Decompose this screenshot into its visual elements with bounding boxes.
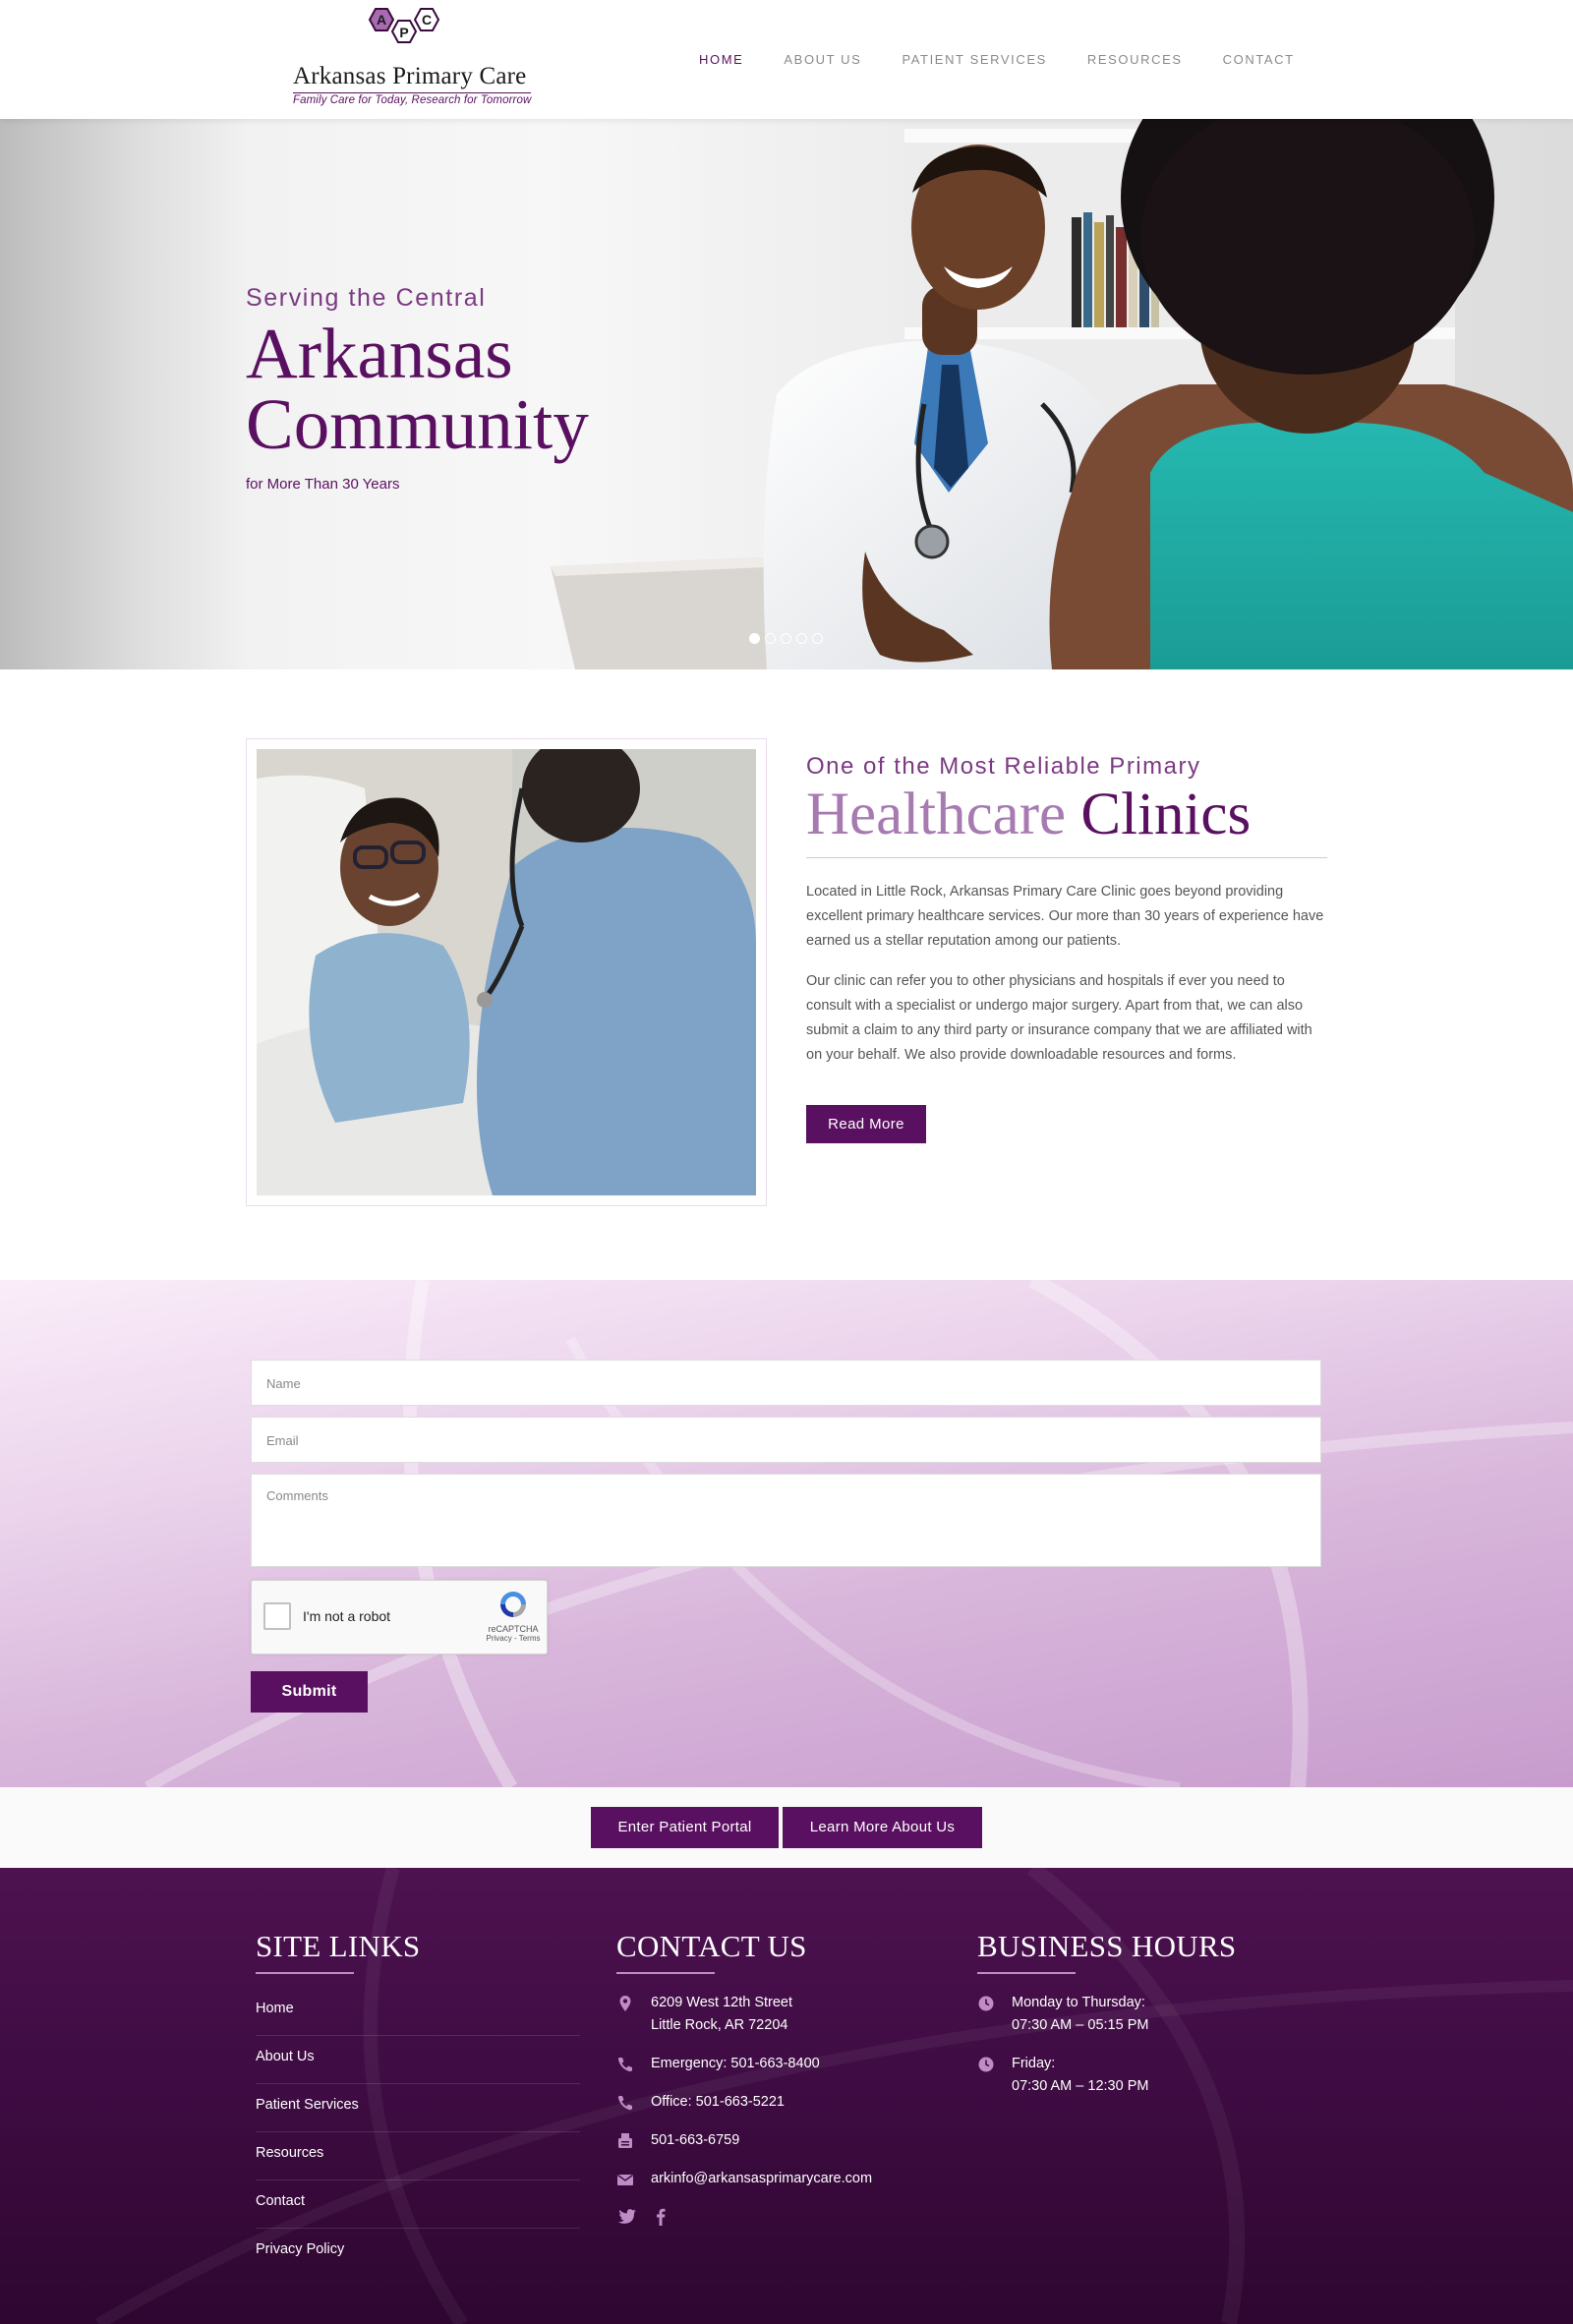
fax-icon: [618, 2133, 632, 2148]
fax-text: 501-663-6759: [651, 2132, 740, 2148]
site-links-list: Home About Us Patient Services Resources…: [256, 1988, 580, 2277]
about-photo-frame: [246, 738, 767, 1206]
footer-email[interactable]: arkinfo@arkansasprimarycare.com: [616, 2168, 941, 2190]
about-title-light: Healthcare: [806, 782, 1067, 847]
logo-letter-a: A: [377, 12, 386, 28]
email-text: arkinfo@arkansasprimarycare.com: [651, 2171, 873, 2186]
learn-more-button[interactable]: Learn More About Us: [783, 1807, 982, 1848]
contact-underline: [616, 1972, 715, 1974]
nav-item-contact[interactable]: CONTACT: [1223, 52, 1295, 67]
site-logo[interactable]: A C P Arkansas Primary Care Family Care …: [291, 6, 532, 108]
hours-days-friday: Friday:: [1012, 2056, 1056, 2071]
hero-title: Arkansas Community: [246, 314, 589, 464]
hero-subtitle: Serving the Central: [246, 284, 487, 312]
comments-textarea[interactable]: Comments: [251, 1474, 1321, 1567]
footer-contact: CONTACT US 6209 West 12th Street Little …: [616, 1929, 941, 2228]
apc-logo-mark-icon: A C P: [368, 8, 440, 43]
slider-dot-4[interactable]: [796, 633, 807, 644]
recaptcha-terms-link[interactable]: Privacy - Terms: [486, 1634, 541, 1643]
hero-title-line-2: Community: [246, 384, 589, 464]
office-phone-text: Office: 501-663-5221: [651, 2094, 785, 2110]
site-links-underline: [256, 1972, 354, 1974]
social-links: [616, 2206, 941, 2228]
recaptcha-brand: reCAPTCHA: [488, 1624, 539, 1634]
brand-name: Arkansas Primary Care: [293, 63, 527, 89]
footer-link-about-us[interactable]: About Us: [256, 2036, 580, 2084]
submit-button[interactable]: Submit: [251, 1671, 368, 1713]
hours-time-friday: 07:30 AM – 12:30 PM: [1012, 2078, 1149, 2094]
slider-dot-1[interactable]: [749, 633, 760, 644]
footer-link-privacy-policy[interactable]: Privacy Policy: [256, 2229, 580, 2277]
address-line-1: 6209 West 12th Street: [651, 1995, 793, 2010]
facebook-icon[interactable]: [650, 2206, 671, 2228]
read-more-button[interactable]: Read More: [806, 1105, 926, 1143]
cta-strip: Enter Patient Portal Learn More About Us: [0, 1787, 1573, 1868]
logo-letter-c: C: [422, 12, 432, 28]
recaptcha-label: I'm not a robot: [303, 1608, 391, 1624]
hero-caption: Serving the Central Arkansas Community f…: [246, 284, 589, 493]
footer-fax: 501-663-6759: [616, 2129, 941, 2152]
clock-icon: [978, 1996, 994, 2011]
hero-slider: Serving the Central Arkansas Community f…: [0, 119, 1573, 669]
twitter-icon[interactable]: [616, 2206, 638, 2228]
site-links-heading: SITE LINKS: [256, 1929, 421, 1963]
site-footer: SITE LINKS Home About Us Patient Service…: [0, 1868, 1573, 2324]
contact-heading: CONTACT US: [616, 1929, 807, 1963]
about-photo-nurse-patient: [257, 749, 756, 1195]
name-input[interactable]: Name: [251, 1360, 1321, 1406]
patient-portal-button[interactable]: Enter Patient Portal: [591, 1807, 779, 1848]
about-subtitle: One of the Most Reliable Primary: [806, 753, 1201, 780]
footer-link-resources[interactable]: Resources: [256, 2132, 580, 2180]
about-title-dark: Clinics: [1080, 782, 1252, 847]
nav-item-home[interactable]: HOME: [699, 52, 743, 67]
footer-link-home[interactable]: Home: [256, 1988, 580, 2036]
site-header: A C P Arkansas Primary Care Family Care …: [0, 0, 1573, 119]
footer-emergency-phone[interactable]: Emergency: 501-663-8400: [616, 2053, 941, 2075]
slider-dot-3[interactable]: [781, 633, 791, 644]
business-hours-heading: BUSINESS HOURS: [977, 1929, 1237, 1963]
recaptcha-logo: reCAPTCHA Privacy - Terms: [486, 1589, 541, 1650]
hours-days-mon-thu: Monday to Thursday:: [1012, 1995, 1145, 2010]
clock-icon: [978, 2057, 994, 2072]
about-paragraph-1: Located in Little Rock, Arkansas Primary…: [806, 884, 1324, 949]
footer-address: 6209 West 12th Street Little Rock, AR 72…: [616, 1992, 941, 2037]
contact-form-section: Name Email Comments I'm not a robot reCA…: [0, 1280, 1573, 1787]
nav-item-patient-services[interactable]: PATIENT SERVICES: [902, 52, 1046, 67]
hero-title-line-1: Arkansas: [246, 314, 513, 393]
slider-dot-5[interactable]: [812, 633, 823, 644]
email-input[interactable]: Email: [251, 1417, 1321, 1463]
map-pin-icon: [619, 1996, 631, 2011]
phone-icon: [617, 2058, 632, 2072]
about-title: Healthcare Clinics: [806, 783, 1327, 847]
business-hours-underline: [977, 1972, 1076, 1974]
footer-site-links: SITE LINKS Home About Us Patient Service…: [256, 1929, 580, 2277]
phone-icon: [617, 2096, 632, 2111]
nav-item-about-us[interactable]: ABOUT US: [784, 52, 861, 67]
brand-tagline: Family Care for Today, Research for Tomo…: [293, 92, 532, 106]
about-paragraph-2: Our clinic can refer you to other physic…: [806, 973, 1312, 1063]
recaptcha-icon: [500, 1592, 526, 1617]
main-nav: HOME ABOUT US PATIENT SERVICES RESOURCES…: [699, 52, 1335, 67]
recaptcha-widget: I'm not a robot reCAPTCHA Privacy - Term…: [251, 1580, 548, 1655]
hours-item-mon-thu: Monday to Thursday: 07:30 AM – 05:15 PM: [977, 1992, 1302, 2037]
envelope-icon: [617, 2174, 633, 2185]
recaptcha-checkbox[interactable]: [263, 1602, 291, 1630]
footer-office-phone[interactable]: Office: 501-663-5221: [616, 2091, 941, 2114]
address-line-2: Little Rock, AR 72204: [651, 2017, 788, 2033]
about-divider: [806, 857, 1327, 858]
nav-item-resources[interactable]: RESOURCES: [1087, 52, 1183, 67]
hero-photo-doctor-patient: [551, 119, 1573, 669]
hours-time-mon-thu: 07:30 AM – 05:15 PM: [1012, 2017, 1149, 2033]
logo-letter-p: P: [399, 25, 408, 40]
about-section: One of the Most Reliable Primary Healthc…: [806, 753, 1327, 1068]
footer-link-contact[interactable]: Contact: [256, 2180, 580, 2229]
slider-dot-2[interactable]: [765, 633, 776, 644]
footer-business-hours: BUSINESS HOURS Monday to Thursday: 07:30…: [977, 1929, 1302, 2114]
hours-item-friday: Friday: 07:30 AM – 12:30 PM: [977, 2053, 1302, 2098]
hero-footnote: for More Than 30 Years: [246, 476, 400, 493]
footer-link-patient-services[interactable]: Patient Services: [256, 2084, 580, 2132]
emergency-phone-text: Emergency: 501-663-8400: [651, 2056, 820, 2071]
slider-pagination: [749, 633, 823, 644]
